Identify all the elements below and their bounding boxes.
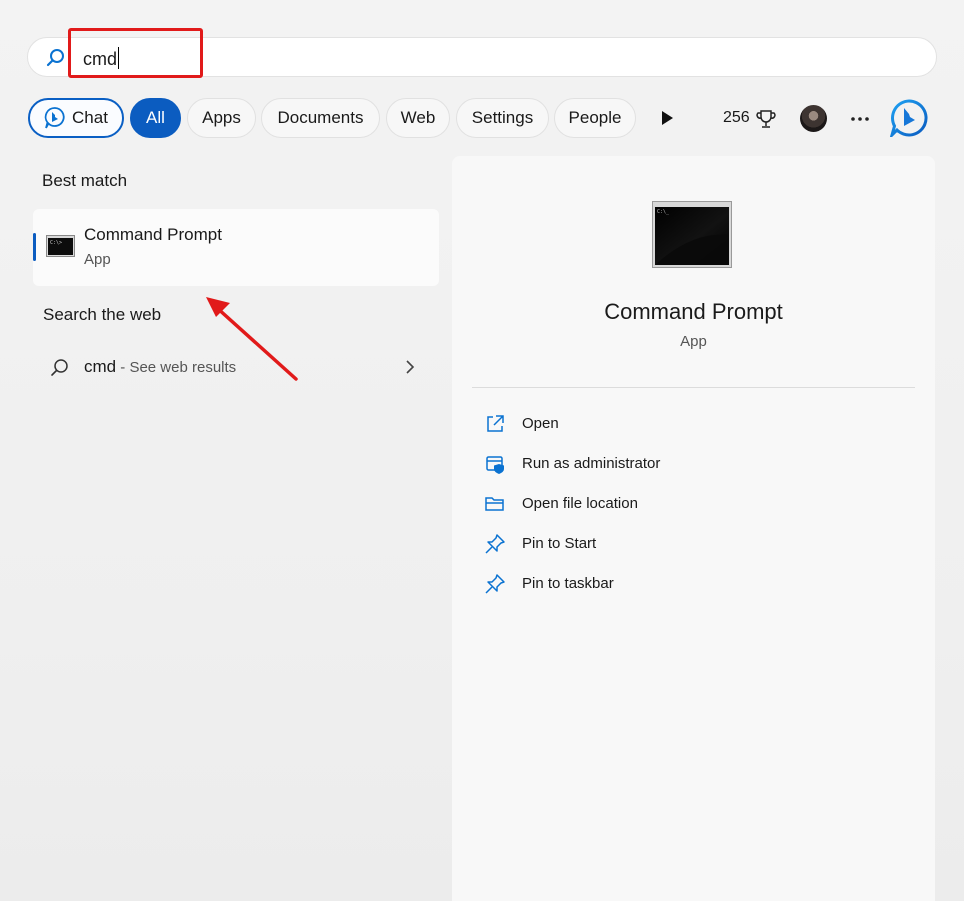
- open-action[interactable]: Open: [484, 413, 904, 437]
- filter-documents[interactable]: Documents: [261, 98, 380, 138]
- chat-chip[interactable]: Chat: [28, 98, 124, 138]
- best-match-type: App: [84, 251, 111, 268]
- svg-text:C:\>: C:\>: [50, 240, 62, 246]
- filter-web[interactable]: Web: [386, 98, 450, 138]
- search-icon: [46, 49, 64, 67]
- pin-icon: [485, 574, 505, 594]
- open-label: Open: [522, 415, 559, 432]
- divider: [472, 387, 915, 388]
- search-query-text: cmd: [83, 49, 118, 69]
- search-web-heading: Search the web: [43, 305, 162, 324]
- web-query: cmd: [84, 357, 117, 376]
- best-match-result[interactable]: C:\> Command Prompt App: [33, 209, 439, 286]
- svg-text:C:\_: C:\_: [657, 209, 670, 215]
- pin-icon: [485, 534, 505, 554]
- chat-chip-label: Chat: [72, 108, 108, 127]
- run-as-admin-label: Run as administrator: [522, 455, 661, 472]
- best-match-name: Command Prompt: [84, 225, 222, 244]
- filter-all[interactable]: All: [130, 98, 181, 138]
- detail-panel: C:\_ Command Prompt App Open Run as admi…: [452, 156, 935, 901]
- best-match-heading: Best match: [42, 171, 128, 190]
- avatar[interactable]: [800, 105, 827, 132]
- search-bar[interactable]: cmd: [27, 37, 937, 77]
- detail-app-type: App: [680, 333, 707, 350]
- filter-people[interactable]: People: [554, 98, 636, 138]
- folder-icon: [485, 497, 504, 511]
- shield-admin-icon: [486, 456, 504, 474]
- open-file-location-action[interactable]: Open file location: [484, 493, 904, 517]
- pin-to-start-label: Pin to Start: [522, 535, 597, 552]
- bing-icon[interactable]: [890, 99, 928, 137]
- trophy-icon[interactable]: [755, 108, 777, 130]
- run-as-admin-action[interactable]: Run as administrator: [484, 453, 904, 477]
- chevron-right-icon: [406, 360, 415, 374]
- search-icon: [51, 359, 68, 376]
- search-input[interactable]: cmd: [83, 47, 120, 70]
- selection-indicator: [33, 233, 36, 261]
- command-prompt-icon: C:\_: [652, 201, 732, 268]
- web-query-text: cmd - See web results: [84, 357, 236, 377]
- command-prompt-icon: C:\>: [46, 235, 75, 257]
- filter-apps[interactable]: Apps: [187, 98, 256, 138]
- open-file-location-label: Open file location: [522, 495, 638, 512]
- pin-to-taskbar-label: Pin to taskbar: [522, 575, 614, 592]
- play-icon[interactable]: [660, 110, 674, 126]
- open-external-icon: [487, 415, 504, 432]
- bing-chat-icon: [44, 107, 65, 129]
- pin-to-taskbar-action[interactable]: Pin to taskbar: [484, 573, 904, 597]
- more-options-icon[interactable]: [850, 116, 870, 122]
- web-search-result[interactable]: cmd - See web results: [33, 346, 439, 386]
- text-caret: [118, 47, 120, 69]
- pin-to-start-action[interactable]: Pin to Start: [484, 533, 904, 557]
- web-results-hint: - See web results: [116, 359, 237, 376]
- rewards-points: 256: [723, 109, 750, 126]
- detail-app-name: Command Prompt: [604, 299, 783, 324]
- filter-settings[interactable]: Settings: [456, 98, 549, 138]
